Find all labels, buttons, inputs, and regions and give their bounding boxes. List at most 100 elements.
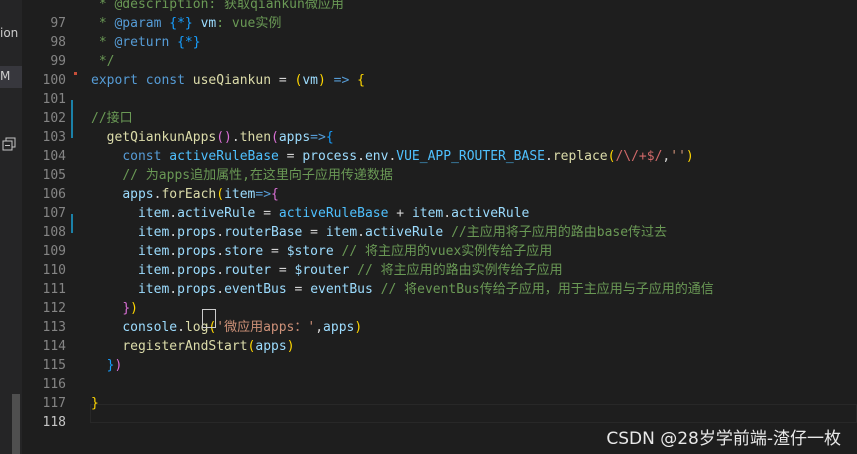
code-token: = <box>271 263 295 278</box>
code-token: . <box>216 244 225 259</box>
line-number: 106 <box>42 187 66 202</box>
code-line[interactable]: 106 apps.forEach(item=>{ <box>22 185 857 204</box>
code-line[interactable]: 98 * @return {*} <box>22 33 857 52</box>
code-line[interactable]: 104 const activeRuleBase = process.env.V… <box>22 147 857 166</box>
code-token: console <box>122 320 178 335</box>
code-line[interactable]: 107 item.activeRule = activeRuleBase + i… <box>22 204 857 223</box>
code-line[interactable]: 99 */ <box>22 52 857 71</box>
code-token: item <box>137 244 170 259</box>
code-token: { <box>357 73 365 88</box>
code-line[interactable]: 97 * @param {*} vm: vue实例 <box>22 14 857 33</box>
code-token: { <box>271 187 279 202</box>
code-token: props <box>177 263 217 278</box>
code-text: export const useQiankun = (vm) => { <box>91 71 365 90</box>
code-line[interactable]: 115 }) <box>22 356 857 375</box>
line-number: 97 <box>50 16 66 31</box>
panel-item-text[interactable]: ion <box>0 26 18 40</box>
code-text: // 为apps追加属性,在这里向子应用传递数据 <box>91 166 393 185</box>
panel-item-active[interactable]: M <box>0 66 22 88</box>
code-token: . <box>216 225 225 240</box>
code-token: const <box>145 73 185 88</box>
code-token: . <box>231 130 240 145</box>
code-token: getQiankunApps <box>106 130 217 145</box>
code-line[interactable]: * @description: 获取qiankun微应用 <box>22 0 857 14</box>
code-line[interactable]: 111 item.props.eventBus = eventBus // 将e… <box>22 280 857 299</box>
code-token: = <box>278 149 303 164</box>
code-token: export <box>91 73 138 88</box>
line-number: 116 <box>42 377 66 392</box>
code-token: } <box>122 301 131 316</box>
code-line[interactable]: 110 item.props.router = $router // 将主应用的… <box>22 261 857 280</box>
code-token: // 将主应用的路由实例传给子应用 <box>357 263 563 278</box>
code-line[interactable]: 103 getQiankunApps().then(apps=>{ <box>22 128 857 147</box>
code-token: . <box>443 206 452 221</box>
code-token: = <box>286 282 311 297</box>
code-token: item <box>137 282 170 297</box>
code-token: item <box>137 263 170 278</box>
code-token: $router <box>294 263 350 278</box>
code-text: */ <box>91 52 115 71</box>
line-number: 101 <box>42 92 66 107</box>
code-editor[interactable]: * @description: 获取qiankun微应用 97 * @param … <box>22 0 857 454</box>
code-line[interactable]: 108 item.props.routerBase = item.activeR… <box>22 223 857 242</box>
code-line[interactable]: 100 export const useQiankun = (vm) => { <box>22 71 857 90</box>
code-token: @return <box>114 35 170 50</box>
code-line[interactable]: 114 registerAndStart(apps) <box>22 337 857 356</box>
code-token: @param <box>114 16 162 31</box>
line-number: 117 <box>42 396 66 411</box>
code-token: {*} <box>177 35 201 50</box>
code-token: replace <box>552 149 608 164</box>
code-token: . <box>169 225 178 240</box>
code-token: . <box>216 263 225 278</box>
code-token: ) <box>354 320 363 335</box>
code-line[interactable]: 116 <box>22 375 857 394</box>
code-token: eventBus <box>310 282 373 297</box>
code-token: . <box>169 244 178 259</box>
line-number: 111 <box>42 282 66 297</box>
collapse-all-icon[interactable] <box>2 137 16 151</box>
line-number: 99 <box>50 54 66 69</box>
bracket-match-box <box>202 309 216 328</box>
code-token: registerAndStart <box>122 339 248 354</box>
code-token: { <box>325 130 334 145</box>
code-token: . <box>357 225 365 240</box>
code-line[interactable]: 113 console.log('微应用apps：',apps) <box>22 318 857 337</box>
panel-scrollbar[interactable] <box>12 394 20 454</box>
code-line[interactable]: 117} <box>22 394 857 413</box>
code-token: . <box>545 149 553 164</box>
code-token: //接口 <box>91 111 133 126</box>
code-token: = <box>302 225 326 240</box>
code-token: item <box>137 206 170 221</box>
code-token: ) <box>318 73 326 88</box>
code-line[interactable]: 105 // 为apps追加属性,在这里向子应用传递数据 <box>22 166 857 185</box>
code-token: // 将eventBus传给子应用，用于主应用与子应用的通信 <box>380 282 714 297</box>
code-token: process <box>302 149 358 164</box>
code-token: activeRule <box>451 206 530 221</box>
code-token: env <box>364 149 389 164</box>
code-line[interactable]: 102 //接口 <box>22 109 857 128</box>
line-number: 112 <box>42 301 66 316</box>
code-line[interactable]: 109 item.props.store = $store // 将主应用的vu… <box>22 242 857 261</box>
code-text: item.props.router = $router // 将主应用的路由实例… <box>91 261 563 280</box>
code-line[interactable]: 112 }) <box>22 299 857 318</box>
line-number: 109 <box>42 244 66 259</box>
code-token: . <box>169 282 178 297</box>
code-token: } <box>91 396 99 411</box>
code-line[interactable]: 101 <box>22 90 857 109</box>
code-text: console.log('微应用apps：',apps) <box>91 318 362 337</box>
code-token: . <box>169 206 178 221</box>
code-token: vm <box>200 16 217 31</box>
code-token: ) <box>114 358 123 373</box>
code-text: * @return {*} <box>91 33 201 52</box>
code-token: () <box>216 130 232 145</box>
code-token: . <box>357 149 365 164</box>
line-number: 110 <box>42 263 66 278</box>
